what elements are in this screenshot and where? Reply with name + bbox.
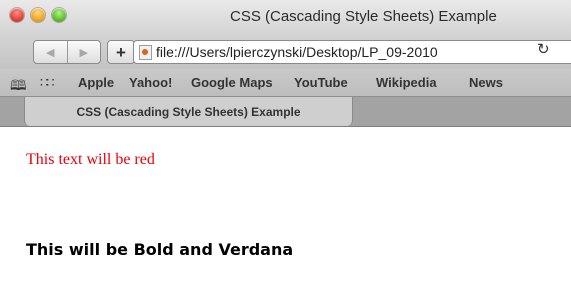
close-window-button[interactable] <box>10 8 24 22</box>
add-bookmark-button[interactable]: + <box>107 40 135 64</box>
bookmark-youtube[interactable]: YouTube <box>294 75 348 90</box>
back-button[interactable]: ◀ <box>34 41 67 63</box>
bookmark-yahoo[interactable]: Yahoo! <box>129 75 172 90</box>
reload-button[interactable]: ↻ <box>537 40 550 58</box>
bookmark-news[interactable]: News <box>469 75 503 90</box>
red-text-paragraph: This text will be red <box>26 151 155 168</box>
grid-icon[interactable]: ∷∷ <box>40 75 54 91</box>
reload-icon: ↻ <box>537 41 550 58</box>
plus-icon: + <box>116 42 126 62</box>
page-content: This text will be red This will be Bold … <box>0 127 571 290</box>
address-text[interactable]: file:///Users/lpierczynski/Desktop/LP_09… <box>156 44 438 60</box>
file-icon <box>139 45 152 60</box>
bookmark-wikipedia[interactable]: Wikipedia <box>376 75 437 90</box>
book-icon[interactable]: 🕮 <box>10 75 27 99</box>
zoom-window-button[interactable] <box>52 8 66 22</box>
title-bar: CSS (Cascading Style Sheets) Example <box>0 0 571 36</box>
bookmarks-bar: 🕮 ∷∷ Apple Yahoo! Google Maps YouTube Wi… <box>0 69 571 97</box>
tab-label: CSS (Cascading Style Sheets) Example <box>76 104 301 119</box>
browser-window: CSS (Cascading Style Sheets) Example ◀ ▶… <box>0 0 571 290</box>
window-title: CSS (Cascading Style Sheets) Example <box>230 8 497 25</box>
forward-arrow-icon: ▶ <box>79 46 88 59</box>
bookmark-apple[interactable]: Apple <box>78 75 114 90</box>
toolbar: ◀ ▶ + file:///Users/lpierczynski/Desktop… <box>0 36 571 69</box>
forward-button[interactable]: ▶ <box>66 41 101 63</box>
tab-bar: CSS (Cascading Style Sheets) Example <box>0 97 571 127</box>
bookmark-google-maps[interactable]: Google Maps <box>191 75 273 90</box>
bold-verdana-heading: This will be Bold and Verdana <box>26 240 294 259</box>
address-bar[interactable]: file:///Users/lpierczynski/Desktop/LP_09… <box>133 40 571 64</box>
minimize-window-button[interactable] <box>31 8 45 22</box>
back-arrow-icon: ◀ <box>46 46 55 59</box>
tab-css-example[interactable]: CSS (Cascading Style Sheets) Example <box>24 97 353 126</box>
back-forward-group: ◀ ▶ <box>33 40 101 64</box>
